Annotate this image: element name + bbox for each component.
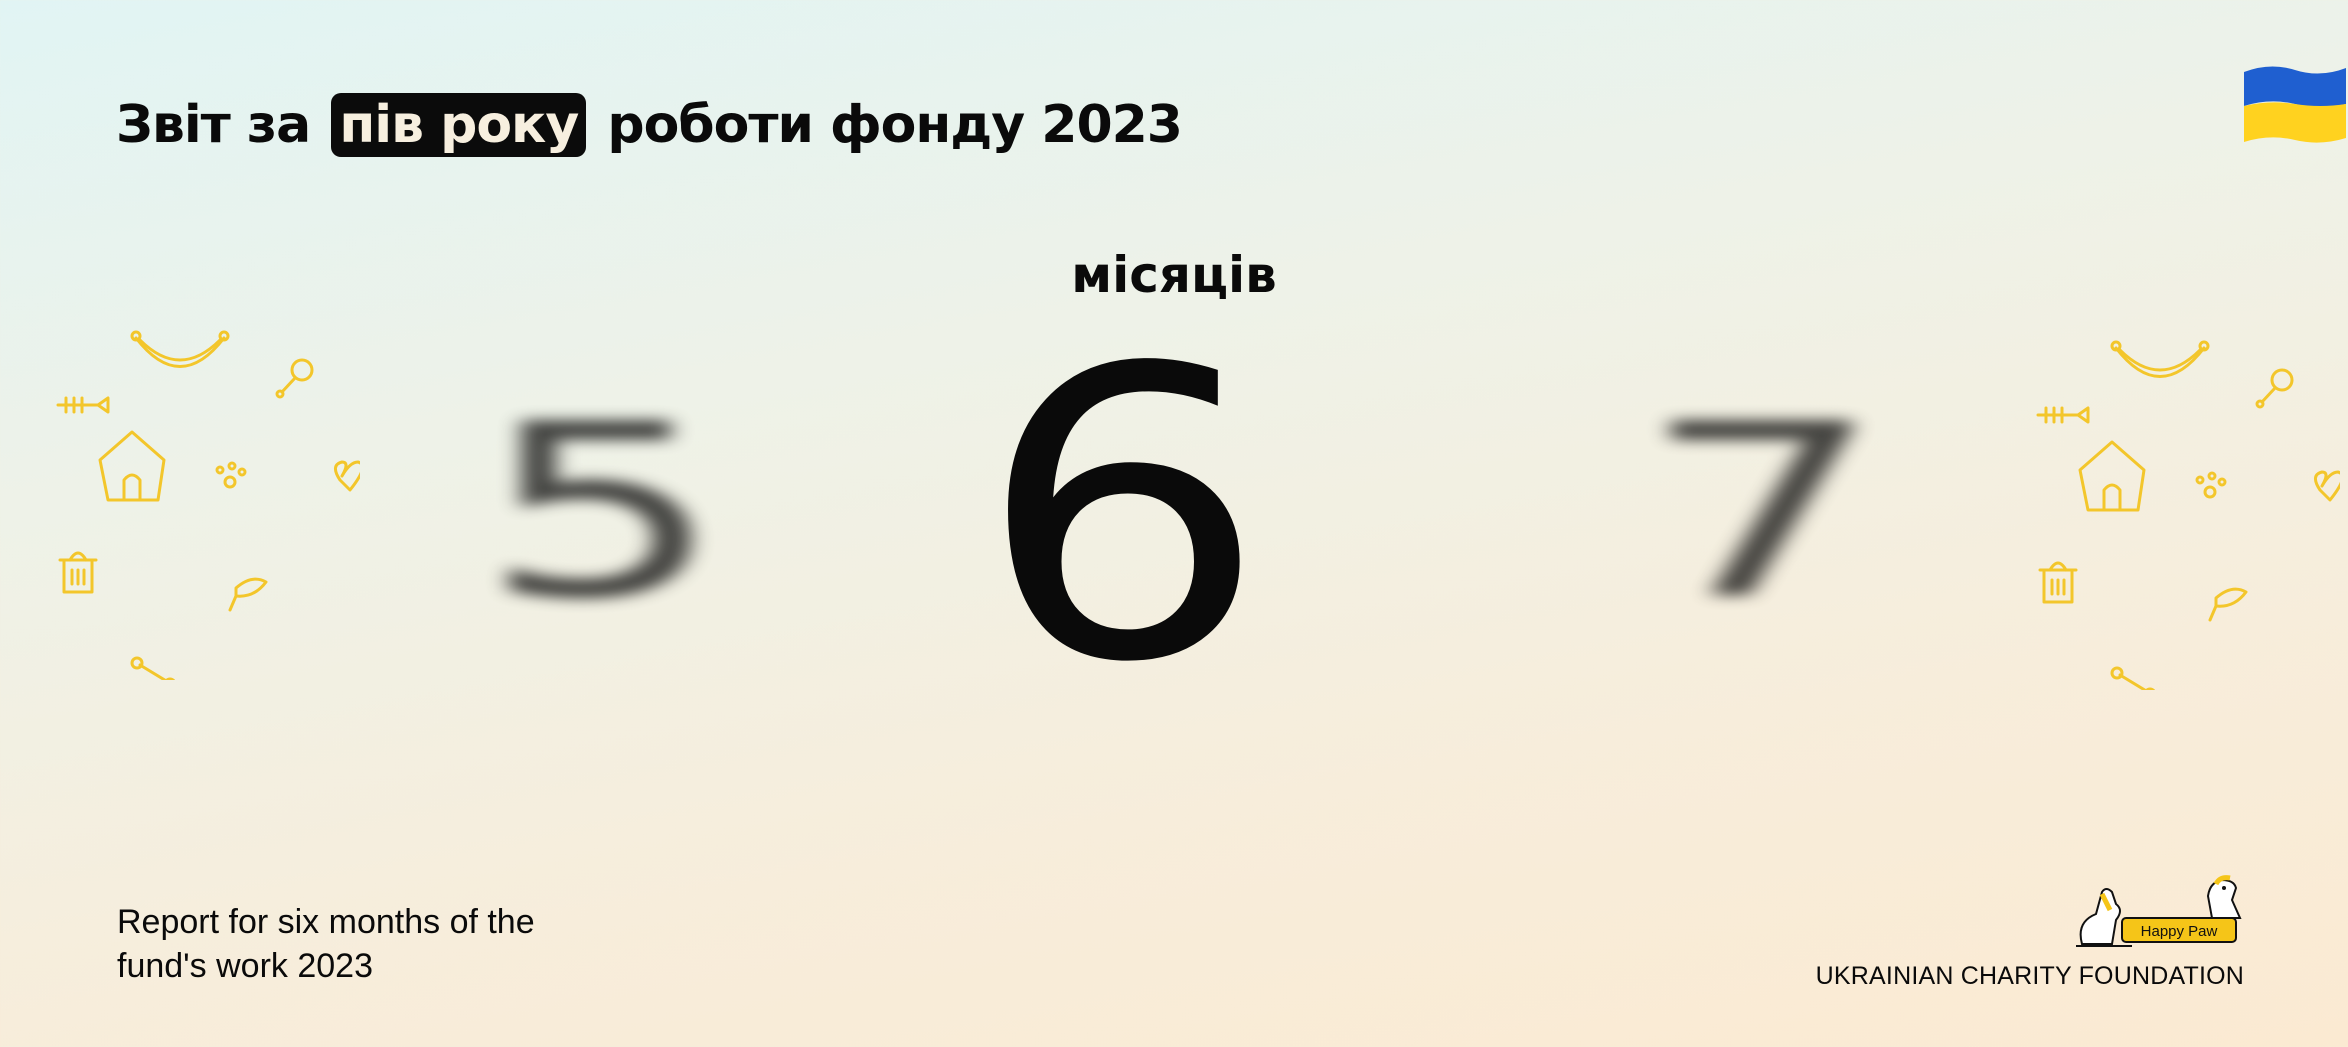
fishbone-icon	[56, 396, 110, 414]
counter-previous: 5	[480, 372, 725, 652]
organization-name: UKRAINIAN CHARITY FOUNDATION	[1815, 962, 2244, 990]
fish-icon	[228, 577, 268, 612]
subtitle-line-1: Report for six months of the	[117, 903, 535, 941]
logo-text: Happy Paw	[2141, 923, 2218, 940]
sausage-icon	[2110, 340, 2210, 378]
hydrant-icon	[58, 551, 98, 594]
heart-icon	[334, 460, 360, 492]
heart-icon	[2314, 470, 2340, 502]
drumstick-icon	[275, 358, 314, 399]
title-text-end: роботи фонду 2023	[607, 95, 1183, 155]
doghouse-icon	[98, 430, 166, 502]
fish-icon	[2208, 587, 2248, 622]
drumstick-icon	[2255, 368, 2294, 409]
doghouse-icon	[2078, 440, 2146, 512]
hydrant-icon	[2038, 561, 2078, 604]
fishbone-icon	[2036, 406, 2090, 424]
pet-icons-right	[2036, 340, 2340, 690]
counter-current: 6	[975, 285, 1269, 750]
page-title: Звіт за пів року роботи фонду 2023	[116, 88, 1183, 162]
sausage-icon	[130, 330, 230, 368]
happy-paw-logo: Happy Paw	[2076, 875, 2242, 947]
paw-icon	[215, 461, 247, 489]
subtitle-line-2: fund's work 2023	[117, 947, 373, 985]
counter-next: 7	[1640, 372, 1885, 652]
english-subtitle: Report for six months of the fund's work…	[117, 900, 637, 988]
bone-icon	[2110, 666, 2156, 690]
title-text-start: Звіт за	[116, 95, 311, 155]
bone-icon	[130, 656, 176, 680]
paw-icon	[2195, 471, 2227, 499]
pet-icons-left	[56, 330, 360, 680]
flag-ukraine-icon	[2244, 66, 2346, 143]
title-highlight: пів року	[331, 93, 587, 157]
